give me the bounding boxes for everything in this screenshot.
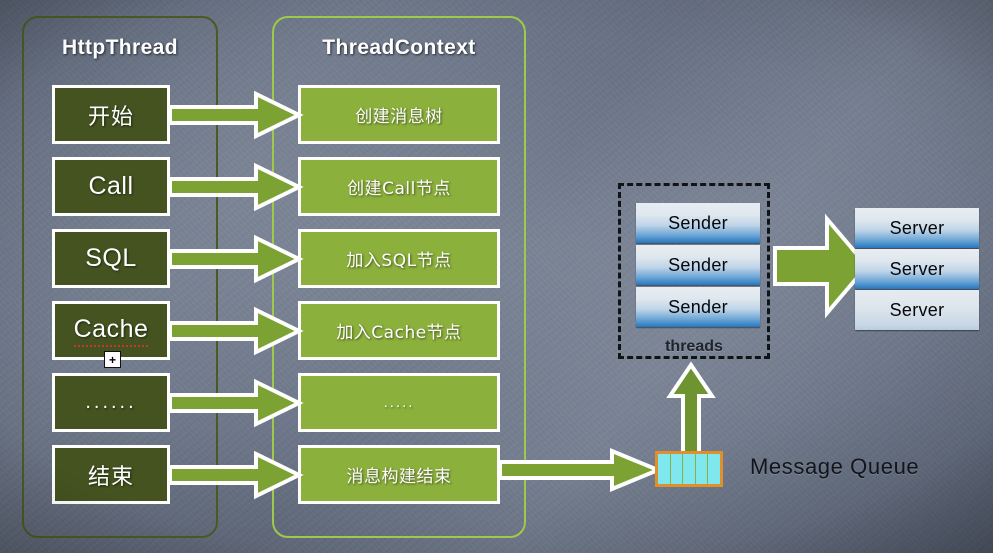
step-label-ctx-3: 加入Cache节点	[336, 323, 462, 343]
queue-cell	[683, 454, 696, 484]
flow-arrow-queue-to-threads	[666, 361, 716, 458]
flow-arrow-1	[168, 162, 304, 212]
step-box-ctx-2[interactable]: 加入SQL节点	[298, 229, 500, 288]
step-box-http-4[interactable]: ......	[52, 373, 170, 432]
message-queue[interactable]	[655, 451, 723, 487]
step-box-ctx-1[interactable]: 创建Call节点	[298, 157, 500, 216]
queue-cell	[708, 454, 720, 484]
flow-arrow-4	[168, 378, 304, 428]
queue-cell	[658, 454, 671, 484]
step-box-ctx-5[interactable]: 消息构建结束	[298, 445, 500, 504]
server-chip-2[interactable]: Server	[855, 290, 979, 330]
step-label-http-1: Call	[88, 172, 134, 200]
step-label-ctx-4: .....	[383, 394, 415, 411]
group-title-thread-context: ThreadContext	[322, 36, 476, 59]
step-label-ctx-0: 创建消息树	[355, 107, 443, 127]
diagram-canvas: HttpThread 开始 Call SQL Cache ...... 结束 +…	[0, 0, 993, 553]
step-box-ctx-0[interactable]: 创建消息树	[298, 85, 500, 144]
flow-arrow-3	[168, 306, 304, 356]
step-box-ctx-4[interactable]: .....	[298, 373, 500, 432]
step-box-http-1[interactable]: Call	[52, 157, 170, 216]
step-box-ctx-3[interactable]: 加入Cache节点	[298, 301, 500, 360]
server-chip-0[interactable]: Server	[855, 208, 979, 248]
server-chip-1[interactable]: Server	[855, 249, 979, 289]
flow-arrow-to-queue	[498, 448, 664, 492]
group-title-http-thread: HttpThread	[62, 36, 178, 59]
step-label-ctx-5: 消息构建结束	[346, 467, 452, 487]
message-queue-label: Message Queue	[750, 454, 920, 479]
step-label-ctx-1: 创建Call节点	[347, 179, 451, 199]
thread-chip-label-1: Sender	[668, 254, 728, 275]
thread-chip-2[interactable]: Sender	[636, 287, 760, 327]
queue-cell	[696, 454, 709, 484]
queue-cell	[671, 454, 684, 484]
server-chip-label-0: Server	[889, 217, 945, 238]
step-label-ctx-2: 加入SQL节点	[346, 251, 452, 271]
step-box-http-2[interactable]: SQL	[52, 229, 170, 288]
step-box-http-5[interactable]: 结束	[52, 445, 170, 504]
step-label-http-4: ......	[85, 391, 137, 413]
flow-arrow-0	[168, 90, 304, 140]
step-box-http-0[interactable]: 开始	[52, 85, 170, 144]
step-label-http-0: 开始	[87, 104, 134, 130]
step-label-http-2: SQL	[85, 244, 137, 272]
thread-chip-label-2: Sender	[668, 296, 728, 317]
server-chip-label-2: Server	[889, 299, 945, 320]
cursor-plus-glyph: +	[108, 352, 116, 367]
step-label-http-3: Cache	[73, 315, 149, 347]
thread-chip-0[interactable]: Sender	[636, 203, 760, 243]
flow-arrow-2	[168, 234, 304, 284]
server-chip-label-1: Server	[889, 258, 945, 279]
cursor-plus-icon: +	[104, 351, 121, 368]
thread-chip-label-0: Sender	[668, 212, 728, 233]
thread-chip-1[interactable]: Sender	[636, 245, 760, 285]
flow-arrow-5	[168, 450, 304, 500]
threads-label: threads	[665, 338, 723, 355]
step-label-http-5: 结束	[87, 464, 134, 490]
